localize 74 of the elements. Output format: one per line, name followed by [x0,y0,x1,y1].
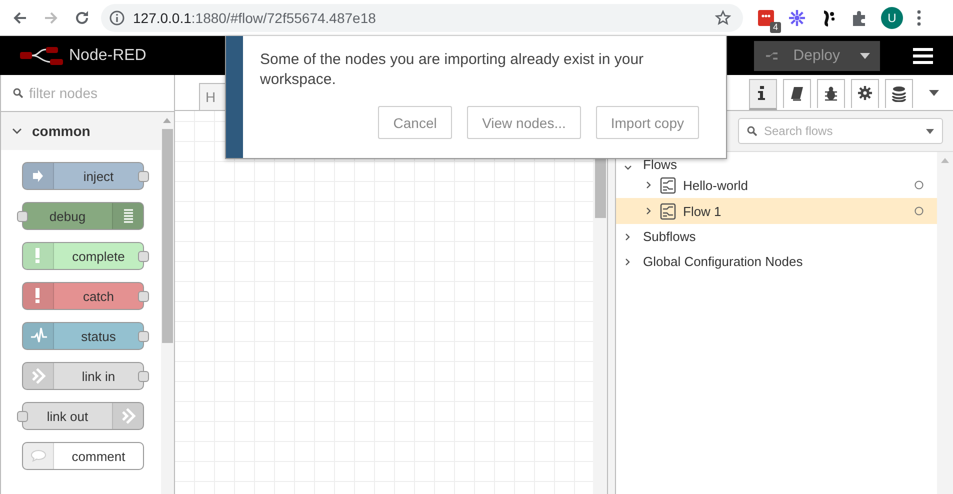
sidebar-tab[interactable] [817,79,845,108]
reload-icon[interactable] [74,10,90,26]
flow-icon [660,202,676,220]
filter-field[interactable]: filter nodes [27,84,171,102]
chevron-icon[interactable] [624,258,632,266]
caret-down-icon [860,52,870,58]
sunburst-icon[interactable] [788,8,806,26]
input-port [17,211,28,222]
chevron-icon[interactable] [645,181,653,189]
dialog-button[interactable]: View nodes... [467,106,581,139]
output-port [138,251,149,262]
app-title: Node-RED [69,46,146,64]
palette-node[interactable]: debug [22,202,144,230]
status-circle-icon [914,180,924,190]
settings-icon [858,86,872,102]
input-port [17,411,28,422]
chevron-icon[interactable] [624,232,632,240]
more-menu-icon[interactable] [916,8,922,26]
logo-icon [19,46,65,66]
flow-name[interactable]: Flow 1 [683,204,907,218]
caret-down-icon[interactable] [929,90,939,96]
url-text: 127.0.0.1:1880/#flow/72f55674.487e18 [133,10,377,26]
chevron-icon[interactable] [624,164,632,172]
book-icon [790,86,804,102]
scroll-up-icon [163,118,172,123]
search-icon [747,126,757,136]
flow-name[interactable]: Hello-world [683,178,907,192]
extensions-icon[interactable] [850,8,868,26]
palette-node[interactable]: link in [22,362,144,390]
sidebar-tab[interactable] [851,79,879,108]
output-port [138,371,149,382]
scrollbar-thumb[interactable] [162,129,173,343]
chevron-icon[interactable] [645,207,653,215]
palette-node[interactable]: catch [22,282,144,310]
dialog-button[interactable]: Cancel [378,106,452,139]
dialog-message: Some of the nodes you are importing already exist in your workspace. [260,50,645,90]
extension-badge: 4 [770,22,781,32]
extension-icon[interactable] [757,8,775,26]
caret-down-icon [926,128,934,134]
flow-icon [660,176,676,194]
deploy-menu-button[interactable] [850,40,880,70]
output-port [138,171,149,182]
tree-item[interactable]: Flows [643,157,677,172]
sidebar-tab[interactable] [749,79,777,110]
palette-node[interactable]: complete [22,242,144,270]
dialog-button[interactable]: Import copy [596,106,699,139]
address-bar[interactable]: 127.0.0.1:1880/#flow/72f55674.487e18 [101,4,743,32]
status-circle-icon [914,206,924,216]
exclamation-icon [35,248,41,264]
search-icon [13,88,23,98]
star-icon[interactable] [715,10,731,26]
exclamation-icon [35,288,41,304]
profile-avatar[interactable]: U [881,6,903,28]
bug-icon [824,86,838,102]
sidebar-tab[interactable] [885,79,913,108]
tree-item[interactable]: Global Configuration Nodes [643,254,803,269]
sidebar-tab[interactable] [783,79,811,108]
category-header[interactable]: common [1,112,161,150]
palette-node[interactable]: status [22,322,144,350]
palette-node[interactable]: comment [22,442,144,470]
output-port [138,291,149,302]
database-icon [892,86,906,102]
tree-item[interactable]: Subflows [643,229,696,244]
back-icon[interactable] [12,10,28,26]
search-field[interactable]: Search flows [762,123,921,139]
palette-node[interactable]: inject [22,162,144,190]
chevron-arrow-icon [120,406,136,426]
scroll-up-icon [941,158,949,163]
palette-node[interactable]: link out [22,402,144,430]
menu-icon[interactable] [913,48,933,64]
search-box[interactable]: Search flows [738,118,943,144]
output-port [138,331,149,342]
chevron-arrow-icon [30,366,46,386]
info-icon [109,10,125,26]
